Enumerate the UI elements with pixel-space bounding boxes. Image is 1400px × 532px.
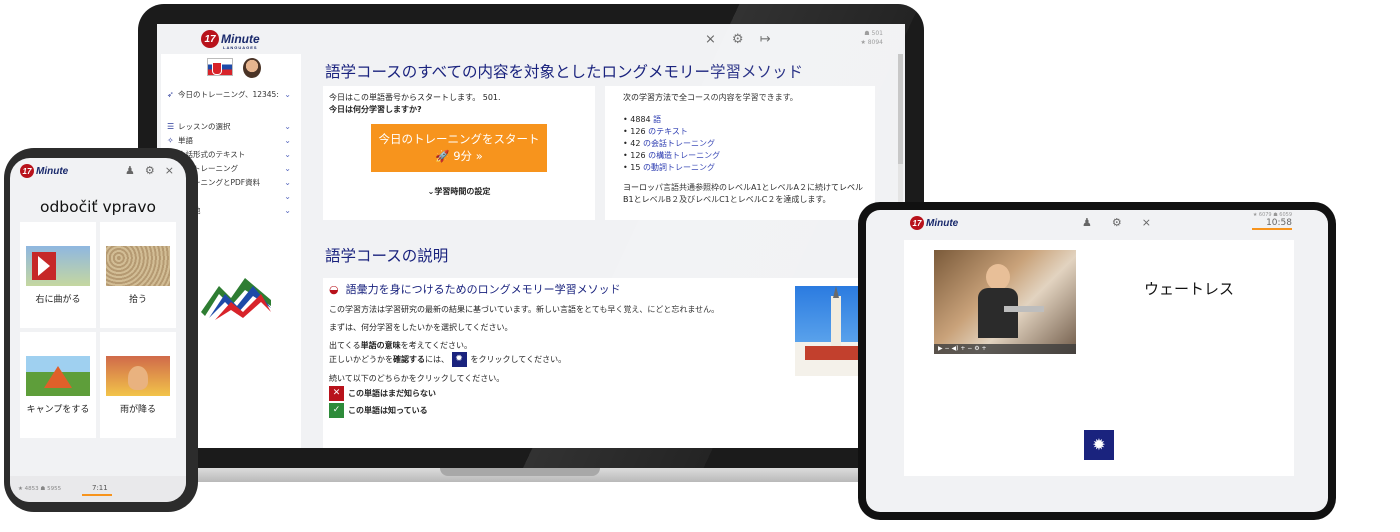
start-card: 今日はこの単語番号からスタートします。 501. 今日は何分学習しますか? 今日…	[323, 86, 595, 220]
check-icon: ✓	[329, 403, 344, 418]
logout-icon[interactable]: ↦	[760, 32, 771, 47]
training-icon[interactable]: ♟	[125, 164, 135, 177]
sidebar-item-lessons[interactable]: ☰ レッスンの選択 ⌄	[167, 122, 291, 132]
target-word: odbočiť vpravo	[39, 198, 156, 216]
rain-image	[106, 356, 170, 396]
tablet-stats: ★ 6079 ☗ 6059 10:58	[1252, 212, 1292, 230]
course-stat-dialogues[interactable]: • 42 の会話トレーニング	[623, 138, 869, 150]
description-heading: ◒ 語彙力を身につけるためのロングメモリー学習メソッド	[329, 283, 621, 296]
answer-tile[interactable]: 拾う	[100, 222, 176, 328]
course-stat-texts[interactable]: • 126 のテキスト	[623, 126, 869, 138]
sidebar-item-today[interactable]: ➶ 今日のトレーニング、12345: ⌄	[167, 90, 291, 100]
page-title: 語学コースのすべての内容を対象としたロングメモリー学習メソッド	[325, 63, 804, 81]
bulb-icon: ✧	[167, 136, 174, 145]
video-controls[interactable]: ▶ − ◀) + − ⚙ +	[934, 344, 1076, 354]
timer: 10:58	[1266, 218, 1292, 228]
course-stat-words[interactable]: • 4884 語	[623, 114, 869, 126]
tablet-app-logo[interactable]: 17 Minute	[910, 216, 958, 230]
waitress-video[interactable]: ▶ − ◀) + − ⚙ +	[934, 250, 1076, 354]
gear-icon[interactable]: ⚙	[145, 164, 155, 177]
laptop-screen: 17 Minute LANGUAGES ⨯ ⚙ ↦ ☗ 501 ★ 8094 ➶…	[157, 24, 905, 448]
course-contents-card: 次の学習方法で全コースの内容を学習できます。 • 4884 語 • 126 のテ…	[605, 86, 875, 220]
flashcard: ▶ − ◀) + − ⚙ + ウェートレス ✹	[904, 240, 1294, 476]
chevron-down-icon: ⌄	[284, 206, 291, 215]
laptop-stats: ☗ 501 ★ 8094	[860, 30, 883, 46]
list-icon: ☰	[167, 122, 175, 131]
tools-crossed-icon[interactable]: ⨯	[165, 164, 174, 177]
chevron-down-icon: ⌄	[284, 150, 291, 159]
laptop-topbar: 17 Minute LANGUAGES ⨯ ⚙ ↦ ☗ 501 ★ 8094	[157, 24, 905, 54]
sidebar-item-words[interactable]: ✧ 単語 ⌄	[167, 136, 291, 146]
close-icon: ✕	[329, 386, 344, 401]
tablet-toolbar: ♟ ⚙ ⨯	[1082, 216, 1151, 229]
scrollbar-thumb[interactable]	[898, 54, 903, 164]
course-stat-verbs[interactable]: • 15 の動詞トレーニング	[623, 162, 869, 174]
chevron-down-icon: ⌄	[284, 192, 291, 201]
language-selector[interactable]	[207, 58, 261, 78]
timer-progress	[82, 494, 112, 496]
answer-tile[interactable]: 雨が降る	[100, 332, 176, 438]
pick-up-image	[106, 246, 170, 286]
training-icon[interactable]: ♟	[1082, 216, 1092, 229]
tools-crossed-icon[interactable]: ⨯	[705, 32, 716, 47]
avatar[interactable]	[243, 58, 261, 78]
phone-toolbar: ♟ ⚙ ⨯	[125, 164, 174, 177]
main-content: 語学コースのすべての内容を対象としたロングメモリー学習メソッド 今日はこの単語番…	[323, 54, 879, 448]
camping-image	[26, 356, 90, 396]
answer-tile[interactable]: 右に曲がる	[20, 222, 96, 328]
rocket-icon: ➶	[167, 90, 174, 99]
bulb-icon: ✹	[451, 352, 467, 367]
phone-screen: 17 Minute ♟ ⚙ ⨯ odbočiť vpravo 右に曲がる 拾う …	[10, 158, 186, 502]
tablet-screen: 17 Minute ♟ ⚙ ⨯ ★ 6079 ☗ 6059 10:58 ▶ − …	[866, 210, 1328, 512]
start-training-button[interactable]: 今日のトレーニングをスタート 🚀 9分 »	[371, 124, 547, 172]
mountains-logo-image	[201, 278, 271, 320]
tools-crossed-icon[interactable]: ⨯	[1142, 216, 1151, 229]
turn-right-image	[26, 246, 90, 286]
phone-status-bar: ★ 4853 ☗ 5955 7:11	[10, 476, 186, 502]
timer-progress	[1252, 228, 1292, 230]
chevron-down-icon: ⌄	[284, 90, 291, 99]
slovak-flag-icon[interactable]	[207, 58, 233, 76]
section-title: 語学コースの説明	[325, 247, 449, 265]
phone-app-logo[interactable]: 17 Minute	[20, 164, 68, 178]
chevron-down-icon: ⌄	[284, 178, 291, 187]
reveal-button[interactable]: ✹	[1084, 430, 1114, 460]
laptop-notch	[440, 468, 600, 476]
chevron-down-icon: ⌄	[284, 122, 291, 131]
chevron-down-icon: ⌄	[284, 136, 291, 145]
description-card: ◒ 語彙力を身につけるためのロングメモリー学習メソッド この学習方法は学習研究の…	[323, 278, 875, 448]
timer: 7:11	[92, 484, 108, 492]
app-logo[interactable]: 17 Minute LANGUAGES	[201, 30, 260, 50]
target-word: ウェートレス	[1144, 280, 1235, 298]
bulb-icon: ✹	[1092, 435, 1106, 454]
course-stat-structures[interactable]: • 126 の構造トレーニング	[623, 150, 869, 162]
gear-icon[interactable]: ⚙	[732, 32, 744, 47]
time-setting-toggle[interactable]: ⌄学習時間の設定	[323, 186, 595, 198]
answer-tile[interactable]: キャンプをする	[20, 332, 96, 438]
gear-icon[interactable]: ⚙	[1112, 216, 1122, 229]
cap-icon: ◒	[329, 283, 339, 296]
chevron-down-icon: ⌄	[284, 164, 291, 173]
laptop-toolbar: ⨯ ⚙ ↦	[705, 32, 770, 47]
